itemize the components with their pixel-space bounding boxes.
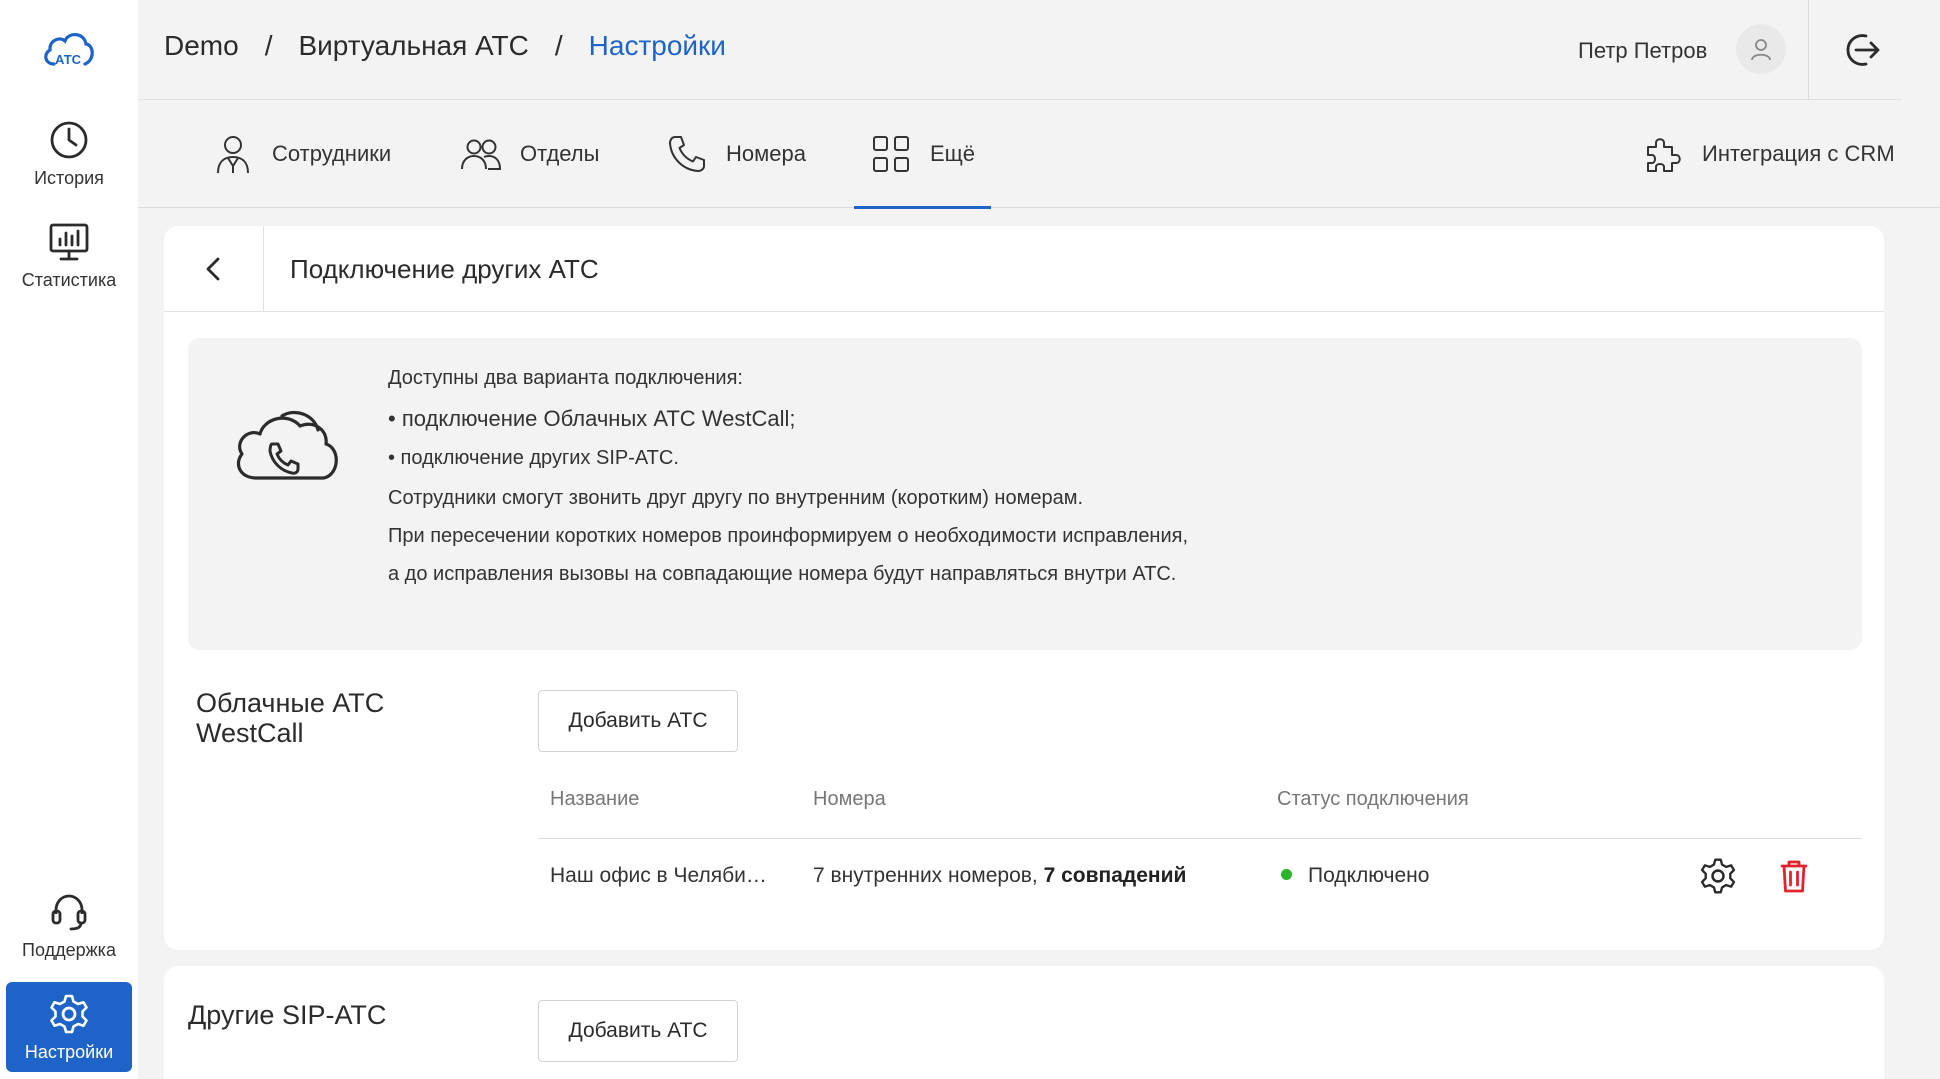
- info-line: При пересечении коротких номеров проинфо…: [388, 525, 1189, 547]
- group-icon: [461, 139, 502, 170]
- atc-logo[interactable]: АТС: [40, 26, 96, 74]
- column-header-name[interactable]: Название: [550, 788, 639, 811]
- section-title-line: Облачные АТС: [196, 688, 385, 718]
- delete-button[interactable]: [1774, 856, 1814, 896]
- tab-label: Интеграция с CRM: [1702, 141, 1895, 166]
- add-sip-pbx-button[interactable]: Добавить АТС: [538, 1000, 738, 1062]
- pbx-name: Наш офис в Челяби…: [550, 864, 767, 887]
- sidebar-item-support[interactable]: Поддержка: [6, 880, 132, 972]
- cloud-phone-icon: [236, 410, 338, 480]
- tab-crm-integration[interactable]: Интеграция с CRM: [1642, 100, 1895, 208]
- tab-label: Сотрудники: [272, 141, 392, 166]
- sidebar-item-label: Настройки: [24, 1042, 114, 1062]
- sidebar-item-label: Поддержка: [22, 940, 116, 960]
- numbers-count: 7 внутренних номеров,: [813, 864, 1044, 887]
- gear-icon: [1700, 858, 1736, 894]
- tab-label: Отделы: [520, 141, 600, 166]
- tab-employees[interactable]: Сотрудники: [212, 100, 391, 208]
- breadcrumb-item-demo[interactable]: Demo: [164, 30, 239, 62]
- breadcrumb-separator: /: [264, 30, 273, 61]
- breadcrumb-item-virtual-pbx[interactable]: Виртуальная АТС: [298, 30, 528, 62]
- sidebar-item-label: История: [34, 168, 104, 188]
- section-title-sip: Другие SIP-АТС: [188, 1000, 387, 1030]
- cloud-logo-icon: АТС: [44, 33, 94, 67]
- trash-icon: [1780, 860, 1808, 893]
- pbx-numbers: 7 внутренних номеров, 7 совпадений: [813, 864, 1186, 888]
- breadcrumb: Demo / Виртуальная АТС / Настройки: [164, 30, 726, 62]
- logo-text: АТС: [55, 52, 82, 67]
- tab-departments[interactable]: Отделы: [460, 100, 599, 208]
- connection-status: Подключено: [1281, 864, 1429, 888]
- section-title-line: WestCall: [196, 718, 304, 748]
- status-dot: [1281, 868, 1292, 880]
- sip-pbx-card: Другие SIP-АТС Добавить АТС: [164, 966, 1884, 1079]
- tab-label: Ещё: [930, 141, 976, 166]
- sidebar-item-history[interactable]: История: [6, 108, 132, 200]
- sidebar-item-settings[interactable]: Настройки: [6, 982, 132, 1072]
- logout-button[interactable]: [1838, 26, 1886, 74]
- breadcrumb-item-settings: Настройки: [588, 30, 726, 61]
- status-label: Подключено: [1308, 864, 1430, 887]
- table-divider: [538, 838, 1862, 839]
- logout-icon: [1846, 34, 1880, 66]
- page-title: Подключение других АТС: [290, 254, 599, 284]
- person-icon: [217, 136, 249, 174]
- card-header: Подключение других АТС: [164, 226, 1884, 312]
- breadcrumb-separator: /: [554, 30, 563, 61]
- top-header: Demo / Виртуальная АТС / Настройки Петр …: [138, 0, 1902, 100]
- user-name[interactable]: Петр Петров: [1578, 38, 1707, 64]
- avatar[interactable]: [1736, 24, 1786, 74]
- tab-more[interactable]: Ещё: [853, 100, 992, 209]
- settings-button[interactable]: [1698, 856, 1738, 896]
- headset-icon: [51, 894, 87, 931]
- back-button[interactable]: [164, 226, 264, 312]
- user-icon: [1751, 39, 1771, 61]
- info-line: а до исправления вызовы на совпадающие н…: [388, 563, 1177, 585]
- header-divider: [1808, 0, 1809, 100]
- top-tabs: Сотрудники Отделы Номера Ещё Интеграция …: [138, 100, 1940, 209]
- chevron-left-icon: [206, 257, 219, 281]
- column-header-numbers[interactable]: Номера: [813, 788, 886, 811]
- puzzle-icon: [1647, 138, 1681, 172]
- add-cloud-pbx-button[interactable]: Добавить АТС: [538, 690, 738, 752]
- grid-icon: [873, 136, 909, 172]
- sidebar: АТС История Статистика Поддержка Настрой…: [0, 0, 138, 1079]
- info-box: Доступны два варианта подключения: • под…: [188, 338, 1862, 650]
- phone-icon: [669, 136, 705, 172]
- section-title-cloud: Облачные АТС WestCall: [196, 688, 384, 748]
- sidebar-item-label: Статистика: [21, 270, 117, 290]
- matches-count: 7 совпадений: [1043, 864, 1187, 887]
- tab-numbers[interactable]: Номера: [666, 100, 806, 208]
- sidebar-item-statistics[interactable]: Статистика: [6, 210, 132, 302]
- column-header-status[interactable]: Статус подключения: [1277, 788, 1469, 811]
- clock-icon: [50, 121, 88, 159]
- pbx-connection-card: Подключение других АТС Доступны два вари…: [164, 226, 1884, 950]
- info-line: Сотрудники смогут звонить друг другу по …: [388, 487, 1084, 509]
- info-line: Доступны два варианта подключения:: [388, 367, 743, 389]
- gear-icon: [50, 994, 88, 1034]
- info-line: • подключение других SIP-АТС.: [388, 447, 679, 469]
- monitor-chart-icon: [49, 223, 89, 261]
- info-line: • подключение Облачных АТС WestCall;: [388, 406, 796, 431]
- tab-label: Номера: [726, 141, 806, 166]
